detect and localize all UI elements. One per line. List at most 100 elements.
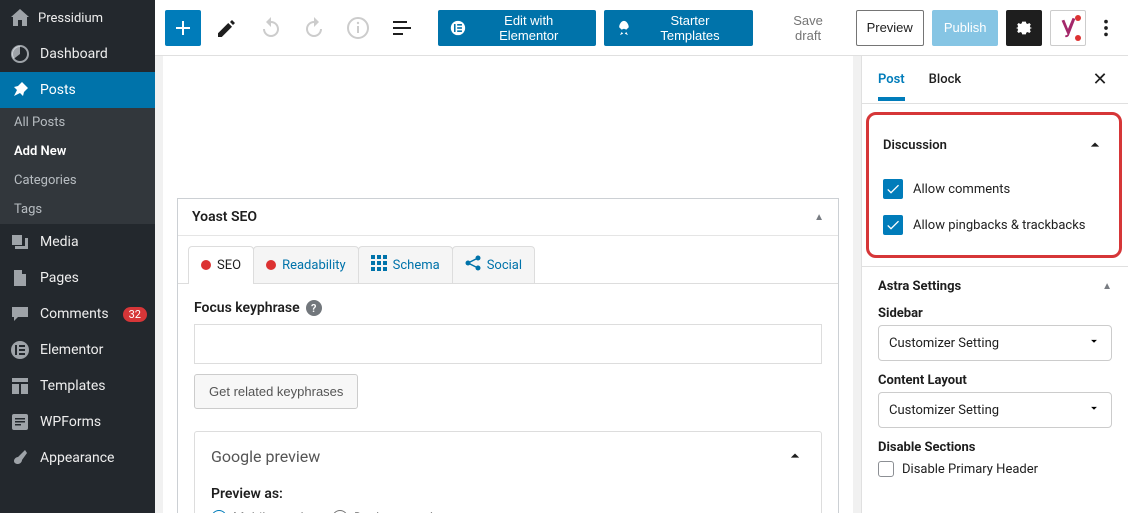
allow-comments-checkbox[interactable]: Allow comments — [883, 179, 1105, 199]
editor-canvas: Yoast SEO ▲ SEO Readability Schema Socia… — [155, 56, 861, 513]
chevron-up-icon — [785, 446, 805, 466]
content-area[interactable] — [177, 68, 839, 198]
publish-button[interactable]: Publish — [932, 10, 999, 46]
save-draft-button[interactable]: Save draft — [769, 10, 848, 46]
menu-templates[interactable]: Templates — [0, 368, 155, 404]
status-dot-red — [1075, 15, 1081, 21]
editor: Edit with Elementor Starter Templates Sa… — [155, 0, 1128, 513]
tab-seo[interactable]: SEO — [188, 246, 254, 283]
settings-button[interactable] — [1006, 10, 1042, 46]
status-dot-icon — [266, 260, 276, 270]
focus-keyphrase-input[interactable] — [194, 324, 822, 364]
checkbox-label: Disable Primary Header — [902, 462, 1038, 477]
grid-icon — [371, 255, 387, 275]
comment-icon — [10, 304, 30, 324]
status-dot-red — [1075, 35, 1081, 41]
yoast-button[interactable] — [1050, 10, 1086, 46]
templates-icon — [10, 376, 30, 396]
undo-button[interactable] — [253, 10, 289, 46]
tab-post[interactable]: Post — [878, 58, 905, 101]
starter-templates-button[interactable]: Starter Templates — [604, 10, 752, 46]
site-name-label: Pressidium — [38, 11, 103, 26]
edit-mode-button[interactable] — [209, 10, 245, 46]
sidebar-select[interactable]: Customizer Setting — [878, 325, 1112, 361]
menu-media[interactable]: Media — [0, 224, 155, 260]
collapse-icon: ▲ — [814, 212, 824, 223]
menu-wpforms[interactable]: WPForms — [0, 404, 155, 440]
checkbox-checked-icon — [883, 215, 903, 235]
posts-submenu: All Posts Add New Categories Tags — [0, 108, 155, 224]
allow-pingbacks-checkbox[interactable]: Allow pingbacks & trackbacks — [883, 215, 1105, 235]
chevron-down-icon — [1087, 401, 1101, 419]
yoast-metabox-header[interactable]: Yoast SEO ▲ — [178, 199, 838, 236]
tab-readability[interactable]: Readability — [253, 246, 359, 283]
share-icon — [465, 255, 481, 275]
dashboard-icon — [10, 44, 30, 64]
page-icon — [10, 268, 30, 288]
brush-icon — [10, 448, 30, 468]
disable-primary-header-checkbox[interactable]: Disable Primary Header — [878, 461, 1112, 477]
menu-elementor[interactable]: Elementor — [0, 332, 155, 368]
discussion-toggle[interactable]: Discussion — [883, 131, 1105, 169]
preview-as-label: Preview as: — [211, 486, 805, 502]
menu-dashboard[interactable]: Dashboard — [0, 36, 155, 72]
sidebar-field-label: Sidebar — [878, 306, 1112, 321]
yoast-tabs: SEO Readability Schema Social — [178, 236, 838, 284]
menu-label: Dashboard — [40, 46, 108, 62]
submenu-tags[interactable]: Tags — [0, 195, 155, 224]
menu-label: Pages — [40, 270, 79, 286]
tab-label: Readability — [282, 258, 346, 273]
content-layout-select[interactable]: Customizer Setting — [878, 392, 1112, 428]
tab-schema[interactable]: Schema — [358, 246, 453, 283]
close-panel-button[interactable]: ✕ — [1088, 68, 1112, 92]
chevron-up-icon — [1085, 135, 1105, 155]
site-name[interactable]: Pressidium — [0, 0, 155, 36]
preview-button[interactable]: Preview — [856, 10, 924, 46]
menu-comments[interactable]: Comments 32 — [0, 296, 155, 332]
button-label: Edit with Elementor — [473, 13, 584, 43]
menu-posts[interactable]: Posts — [0, 72, 155, 108]
edit-elementor-button[interactable]: Edit with Elementor — [438, 10, 596, 46]
home-icon — [10, 8, 30, 28]
tab-block[interactable]: Block — [929, 58, 961, 101]
yoast-metabox: Yoast SEO ▲ SEO Readability Schema Socia… — [177, 198, 839, 513]
astra-settings-section: Astra Settings ▲ Sidebar Customizer Sett… — [862, 266, 1128, 501]
metabox-title: Yoast SEO — [192, 209, 257, 225]
menu-pages[interactable]: Pages — [0, 260, 155, 296]
add-block-button[interactable] — [165, 10, 201, 46]
comments-badge: 32 — [123, 307, 147, 322]
checkbox-checked-icon — [883, 179, 903, 199]
select-value: Customizer Setting — [889, 403, 999, 418]
menu-label: WPForms — [40, 414, 101, 430]
submenu-all-posts[interactable]: All Posts — [0, 108, 155, 137]
menu-label: Appearance — [40, 450, 114, 466]
info-button[interactable] — [340, 10, 376, 46]
tab-label: Schema — [393, 258, 440, 273]
google-preview-toggle[interactable]: Google preview — [195, 432, 821, 480]
elementor-icon — [10, 340, 30, 360]
pin-icon — [10, 80, 30, 100]
section-title: Google preview — [211, 447, 320, 466]
yoast-body: Focus keyphrase? Get related keyphrases … — [178, 284, 838, 513]
astra-settings-toggle[interactable]: Astra Settings ▲ — [878, 279, 1112, 294]
select-value: Customizer Setting — [889, 336, 999, 351]
outline-button[interactable] — [384, 10, 420, 46]
help-icon[interactable]: ? — [306, 300, 322, 316]
collapse-icon: ▲ — [1102, 281, 1112, 292]
tab-label: Social — [487, 258, 522, 273]
button-label: Starter Templates — [639, 13, 740, 43]
menu-appearance[interactable]: Appearance — [0, 440, 155, 476]
menu-label: Comments — [40, 306, 109, 322]
checkbox-label: Allow pingbacks & trackbacks — [913, 218, 1086, 233]
tab-social[interactable]: Social — [452, 246, 535, 283]
related-keyphrases-button[interactable]: Get related keyphrases — [194, 374, 358, 409]
more-options-button[interactable] — [1094, 10, 1118, 46]
disable-sections-label: Disable Sections — [878, 440, 1112, 455]
status-dot-icon — [201, 260, 211, 270]
submenu-add-new[interactable]: Add New — [0, 137, 155, 166]
redo-button[interactable] — [297, 10, 333, 46]
editor-topbar: Edit with Elementor Starter Templates Sa… — [155, 0, 1128, 56]
elementor-icon — [450, 20, 466, 36]
menu-label: Media — [40, 234, 79, 250]
submenu-categories[interactable]: Categories — [0, 166, 155, 195]
